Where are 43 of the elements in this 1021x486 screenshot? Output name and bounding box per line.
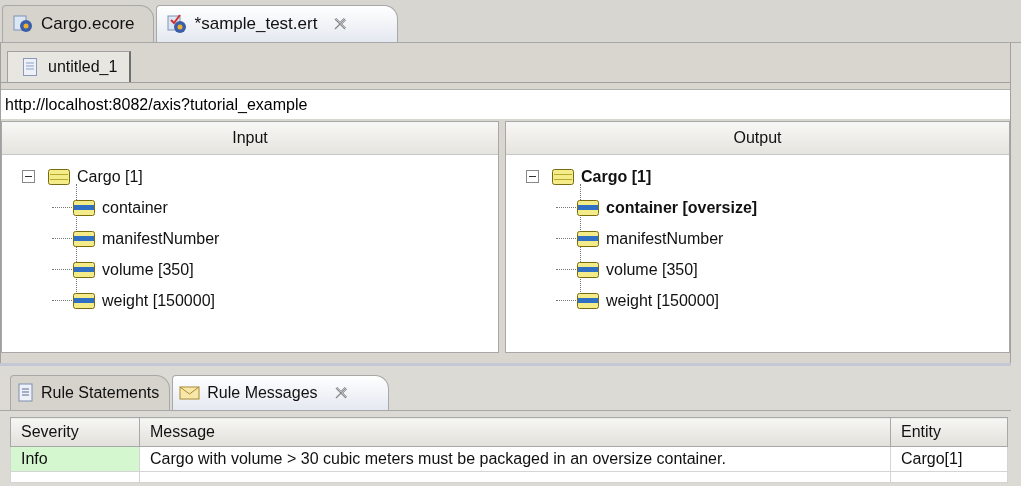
attribute-icon <box>72 290 96 311</box>
panel-header: Output <box>506 122 1009 155</box>
editor-tab[interactable]: Cargo.ecore <box>2 5 154 42</box>
column-header[interactable]: Entity <box>890 417 1008 447</box>
tree-node-label[interactable]: manifestNumber <box>606 229 724 248</box>
document-icon <box>22 57 38 77</box>
tree-node-label[interactable]: container [oversize] <box>606 198 758 217</box>
envelope-icon <box>179 384 202 402</box>
tree-node-label[interactable]: weight [150000] <box>606 291 719 310</box>
attribute-icon <box>576 197 600 218</box>
tree-node-label[interactable]: container <box>102 198 168 217</box>
collapse-icon[interactable] <box>526 170 539 183</box>
document-icon <box>17 383 35 403</box>
close-icon[interactable] <box>333 17 348 31</box>
table-cell: Cargo with volume > 30 cubic meters must be packaged in an oversize container. <box>139 446 891 472</box>
test-file-icon <box>166 14 189 34</box>
panel-header: Input <box>2 122 498 155</box>
column-header[interactable]: Severity <box>10 417 140 447</box>
attribute-icon <box>72 259 96 280</box>
tree-node-label[interactable]: weight [150000] <box>102 291 215 310</box>
attribute-icon <box>576 290 600 311</box>
attribute-icon <box>576 228 600 249</box>
model-file-icon <box>13 14 35 34</box>
attribute-icon <box>72 228 96 249</box>
view-tab[interactable]: Rule Statements <box>10 375 171 410</box>
view-tab[interactable]: Rule Messages <box>172 375 389 410</box>
close-icon[interactable] <box>333 386 348 400</box>
tree-node-label[interactable]: volume [350] <box>102 260 194 279</box>
editor-tab[interactable]: *sample_test.ert <box>155 5 399 42</box>
tree-node-label[interactable]: manifestNumber <box>102 229 220 248</box>
tree-node-label[interactable]: volume [350] <box>606 260 698 279</box>
attribute-icon <box>72 197 96 218</box>
url-field[interactable]: http://localhost:8082/axis?tutorial_example <box>1 89 1010 119</box>
class-icon <box>551 166 575 187</box>
collapse-icon[interactable] <box>22 170 35 183</box>
class-icon <box>47 166 71 187</box>
tree-node-label[interactable]: Cargo [1] <box>581 167 652 186</box>
column-header[interactable]: Message <box>139 417 891 447</box>
editor-subtab[interactable]: untitled_1 <box>7 51 132 82</box>
table-cell: Cargo[1] <box>890 446 1008 472</box>
attribute-icon <box>576 259 600 280</box>
severity-cell: Info <box>10 446 140 472</box>
tree-node-label[interactable]: Cargo [1] <box>77 167 143 186</box>
